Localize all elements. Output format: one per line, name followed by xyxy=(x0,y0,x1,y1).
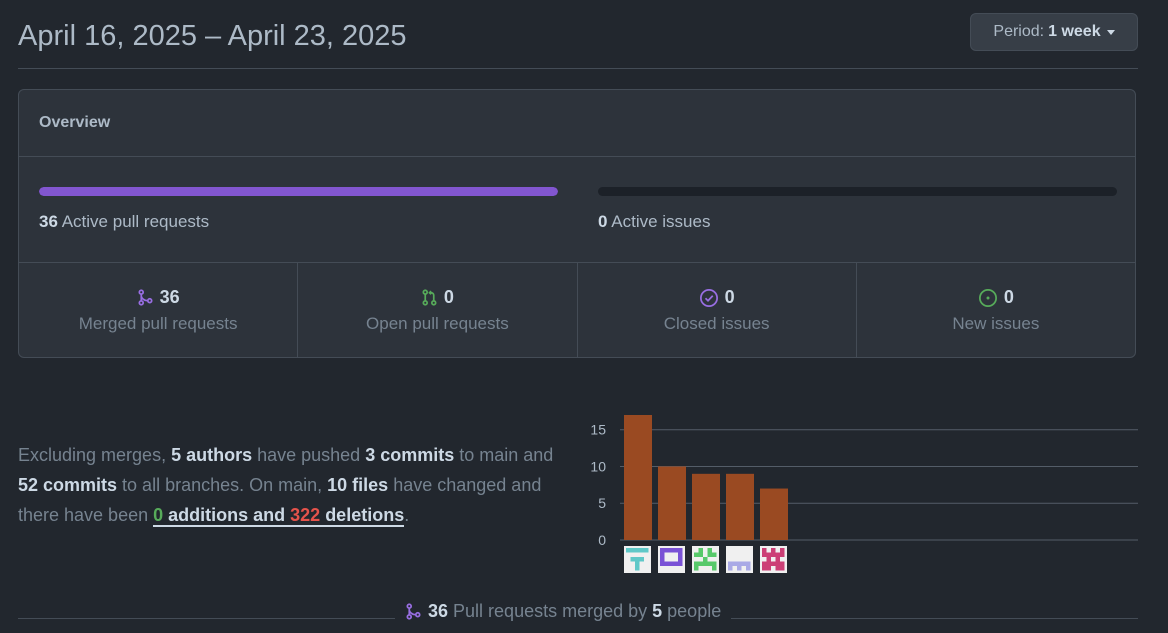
author-avatar[interactable] xyxy=(624,546,651,573)
stat-open-prs[interactable]: 0 Open pull requests xyxy=(298,263,578,358)
author-avatar[interactable] xyxy=(658,546,685,573)
git-merge-icon xyxy=(406,603,421,620)
author-avatar[interactable] xyxy=(760,546,787,573)
closed-issues-label: Closed issues xyxy=(663,314,770,333)
page-header: April 16, 2025 – April 23, 2025 Period: … xyxy=(18,12,1138,69)
author-avatar[interactable] xyxy=(726,546,753,573)
issue-closed-icon xyxy=(699,288,718,307)
merged-by-summary: 36 Pull requests merged by 5 people xyxy=(395,601,732,622)
open-prs-label: Open pull requests xyxy=(366,314,509,333)
and-word: and xyxy=(248,505,291,525)
files-changed: 10 files xyxy=(327,475,389,495)
overview-panel: Overview 36 Active pull requests 0 Activ… xyxy=(18,89,1136,358)
stat-closed-issues[interactable]: 0 Closed issues xyxy=(578,263,857,358)
caret-down-icon xyxy=(1106,29,1115,35)
open-prs-value: 0 xyxy=(443,287,454,307)
additions-count: 0 xyxy=(153,505,164,525)
active-issues-bar[interactable] xyxy=(598,187,1117,196)
merged-count: 36 xyxy=(428,601,449,621)
summary-text: to all branches. On main, xyxy=(117,475,328,495)
period-dropdown-button[interactable]: Period: 1 week xyxy=(970,13,1138,51)
summary-text: have pushed xyxy=(252,445,366,465)
chart-bar[interactable] xyxy=(692,473,720,540)
overview-title: Overview xyxy=(19,90,1135,157)
new-issues-value: 0 xyxy=(1003,287,1014,307)
stat-merged-prs[interactable]: 36 Merged pull requests xyxy=(19,263,299,358)
additions-word: additions xyxy=(163,505,249,525)
commit-summary: Excluding merges, 5 authors have pushed … xyxy=(18,440,568,530)
summary-text: to main and xyxy=(454,445,554,465)
authors-count: 5 authors xyxy=(171,445,253,465)
git-merge-icon xyxy=(138,289,153,306)
issue-opened-icon xyxy=(978,288,997,307)
active-prs-bar[interactable] xyxy=(39,187,558,196)
deletions-count: 322 xyxy=(290,505,321,525)
commits-main: 3 commits xyxy=(365,445,455,465)
author-avatar[interactable] xyxy=(692,546,719,573)
active-prs-text: Active pull requests xyxy=(61,212,210,231)
active-prs-label[interactable]: 36 Active pull requests xyxy=(39,212,209,232)
chart-bar[interactable] xyxy=(624,415,652,540)
additions-deletions-link[interactable]: 0 additions and 322 deletions xyxy=(153,505,405,527)
commits-all: 52 commits xyxy=(18,475,118,495)
period-value: 1 week xyxy=(1048,23,1101,40)
period-label: Period: xyxy=(993,23,1045,40)
commits-by-author-chart: 0 5 10 15 xyxy=(590,415,1138,573)
chart-bar[interactable] xyxy=(760,488,788,540)
active-issues-label[interactable]: 0 Active issues xyxy=(598,212,710,232)
closed-issues-value: 0 xyxy=(724,287,735,307)
active-issues-count: 0 xyxy=(598,212,608,231)
stat-new-issues[interactable]: 0 New issues xyxy=(857,263,1135,358)
chart-bar[interactable] xyxy=(658,466,686,540)
deletions-word: deletions xyxy=(320,505,405,525)
merged-prs-label: Merged pull requests xyxy=(78,314,238,333)
summary-text: Excluding merges, xyxy=(18,445,172,465)
y-tick-label: 15 xyxy=(590,422,606,438)
people-count: 5 xyxy=(652,601,663,621)
y-tick-label: 10 xyxy=(590,458,606,474)
chart-bar[interactable] xyxy=(726,473,754,540)
active-prs-count: 36 xyxy=(39,212,58,231)
active-prs-bar-fill xyxy=(39,187,558,196)
page-title: April 16, 2025 – April 23, 2025 xyxy=(18,20,407,52)
overview-stats: 36 Merged pull requests 0 Open pull requ… xyxy=(19,263,1135,358)
active-issues-text: Active issues xyxy=(611,212,711,231)
summary-text: . xyxy=(404,505,410,525)
git-pull-request-icon xyxy=(422,289,437,306)
overview-bars: 36 Active pull requests 0 Active issues xyxy=(19,157,1135,263)
y-tick-label: 0 xyxy=(598,532,606,548)
footer-text: Pull requests merged by xyxy=(453,601,648,621)
footer-text: people xyxy=(667,601,722,621)
merged-prs-value: 36 xyxy=(159,287,180,307)
new-issues-label: New issues xyxy=(952,314,1040,333)
y-tick-label: 5 xyxy=(598,495,606,511)
